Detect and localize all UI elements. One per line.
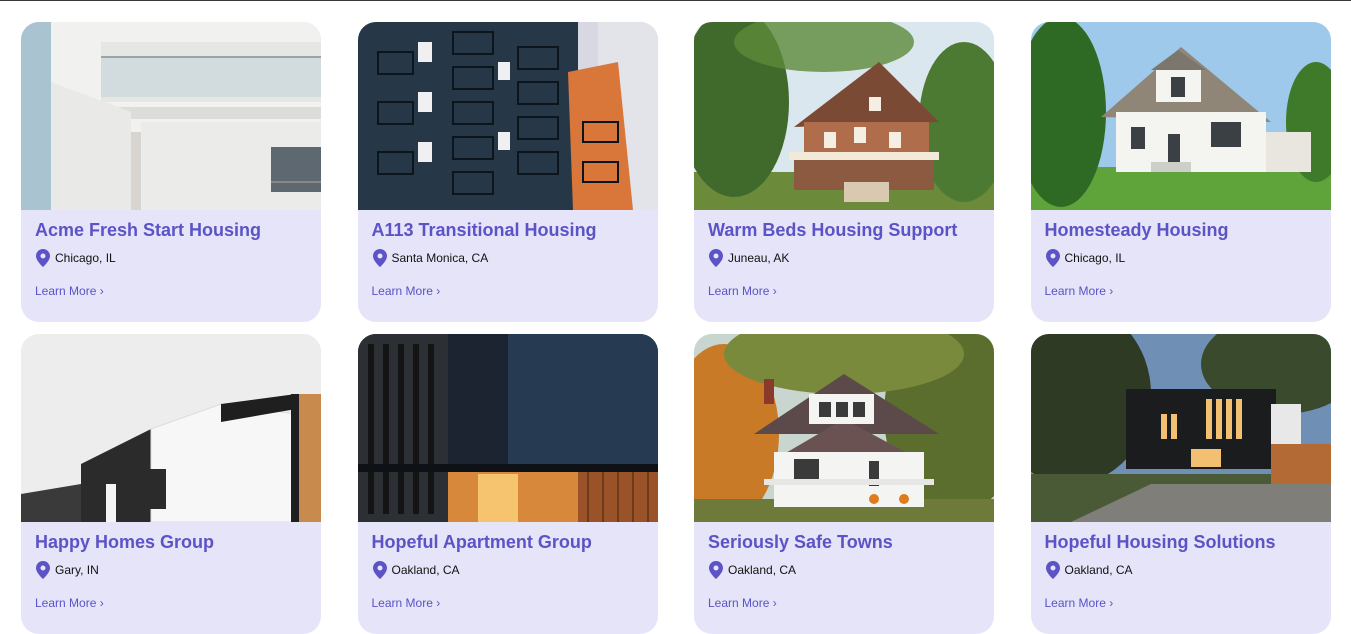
learn-more-link[interactable]: Learn More ›: [372, 596, 441, 610]
map-pin-icon: [709, 561, 723, 579]
listing-photo: [21, 22, 321, 210]
map-pin-icon: [36, 561, 50, 579]
listing-card[interactable]: Seriously Safe Towns Oakland, CA Learn M…: [694, 334, 994, 634]
listing-location: Chicago, IL: [35, 249, 307, 267]
map-pin-icon: [372, 249, 387, 267]
listing-location-text: Oakland, CA: [728, 563, 797, 577]
listing-title: Warm Beds Housing Support: [708, 220, 958, 240]
listing-location-text: Santa Monica, CA: [391, 251, 489, 265]
listing-location: Santa Monica, CA: [372, 249, 644, 267]
learn-more-link[interactable]: Learn More ›: [708, 284, 777, 298]
listing-title: A113 Transitional Housing: [371, 220, 597, 240]
listing-card[interactable]: Homesteady Housing Chicago, IL Learn Mor…: [1030, 22, 1331, 322]
listing-card[interactable]: Warm Beds Housing Support Juneau, AK Lea…: [694, 22, 994, 322]
top-border: [0, 0, 1351, 1]
listing-location: Chicago, IL: [1045, 249, 1317, 267]
learn-more-link[interactable]: Learn More ›: [35, 596, 104, 610]
map-pin-icon: [709, 249, 723, 267]
listing-title: Seriously Safe Towns: [708, 532, 893, 552]
listing-photo: [694, 22, 994, 210]
listing-photo: [1030, 22, 1331, 210]
listing-photo: [357, 22, 658, 210]
listing-title: Acme Fresh Start Housing: [35, 220, 262, 240]
listing-location-text: Oakland, CA: [391, 563, 460, 577]
listing-location: Gary, IN: [35, 561, 307, 579]
map-pin-icon: [36, 249, 50, 267]
learn-more-link[interactable]: Learn More ›: [1045, 596, 1114, 610]
learn-more-link[interactable]: Learn More ›: [1045, 284, 1114, 298]
listing-location-text: Juneau, AK: [728, 251, 790, 265]
listing-photo: [357, 334, 658, 522]
listing-title: Hopeful Housing Solutions: [1044, 532, 1276, 552]
listing-location: Oakland, CA: [372, 561, 644, 579]
learn-more-link[interactable]: Learn More ›: [35, 284, 104, 298]
listing-location-text: Chicago, IL: [55, 251, 116, 265]
listing-photo: [694, 334, 994, 522]
listing-photo: [1030, 334, 1331, 522]
listing-location: Juneau, AK: [708, 249, 980, 267]
listing-card[interactable]: Happy Homes Group Gary, IN Learn More ›: [21, 334, 321, 634]
listing-photo: [21, 334, 321, 522]
listing-location-text: Gary, IN: [55, 563, 99, 577]
learn-more-link[interactable]: Learn More ›: [372, 284, 441, 298]
listing-location-text: Chicago, IL: [1064, 251, 1126, 265]
learn-more-link[interactable]: Learn More ›: [708, 596, 777, 610]
listing-location-text: Oakland, CA: [1064, 563, 1133, 577]
listing-card[interactable]: Hopeful Apartment Group Oakland, CA Lear…: [357, 334, 658, 634]
listing-title: Homesteady Housing: [1044, 220, 1229, 240]
listing-grid: Acme Fresh Start Housing Chicago, IL Lea…: [21, 22, 1331, 634]
listing-card[interactable]: Hopeful Housing Solutions Oakland, CA Le…: [1030, 334, 1331, 634]
map-pin-icon: [372, 561, 387, 579]
listing-location: Oakland, CA: [708, 561, 980, 579]
listing-card[interactable]: Acme Fresh Start Housing Chicago, IL Lea…: [21, 22, 321, 322]
listing-title: Happy Homes Group: [35, 532, 215, 552]
map-pin-icon: [1045, 561, 1060, 579]
map-pin-icon: [1045, 249, 1060, 267]
listing-location: Oakland, CA: [1045, 561, 1317, 579]
listing-title: Hopeful Apartment Group: [371, 532, 592, 552]
listing-card[interactable]: A113 Transitional Housing Santa Monica, …: [357, 22, 658, 322]
